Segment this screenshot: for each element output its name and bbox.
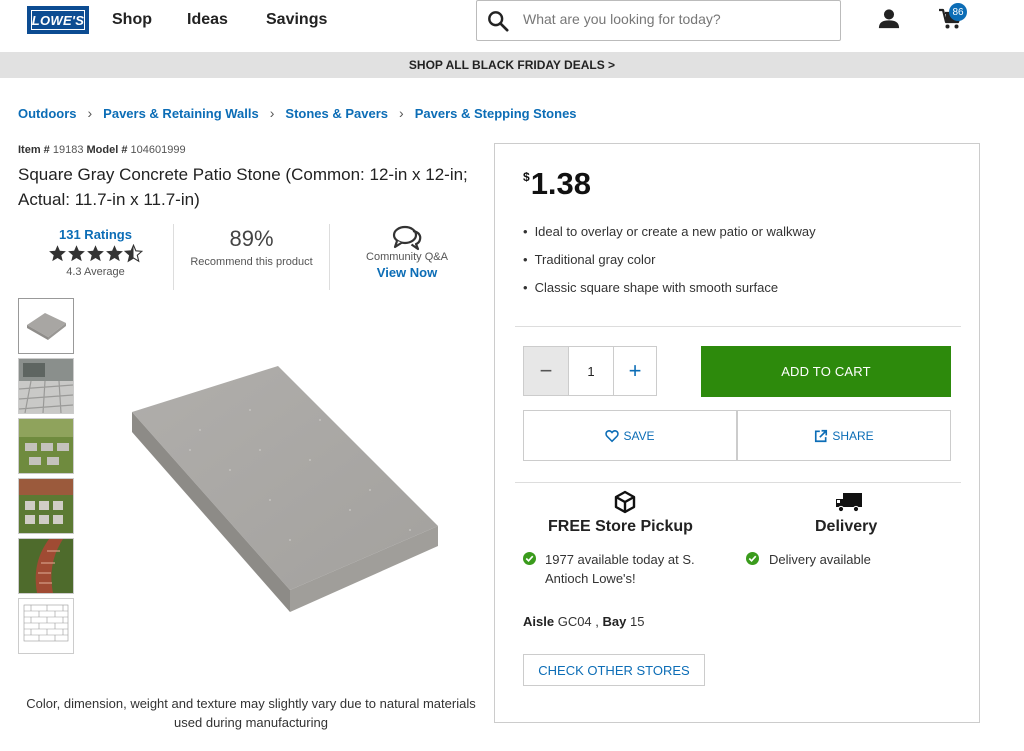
site-header: LOWE'S Shop Ideas Savings 86 bbox=[0, 0, 1024, 48]
cart-count-badge: 86 bbox=[949, 3, 967, 21]
product-title: Square Gray Concrete Patio Stone (Common… bbox=[18, 165, 468, 209]
thumbnail-backyard[interactable] bbox=[18, 478, 74, 534]
item-model-numbers: Item # 19183 Model # 104601999 bbox=[18, 144, 186, 156]
decrease-quantity-button[interactable]: − bbox=[524, 347, 568, 395]
item-number: 19183 bbox=[52, 144, 84, 156]
account-icon[interactable] bbox=[878, 8, 900, 30]
aisle-bay-location: Aisle GC04 , Bay 15 bbox=[523, 614, 645, 629]
recommend-block: 89% Recommend this product bbox=[184, 222, 319, 290]
chat-bubbles-icon bbox=[392, 225, 422, 251]
search-icon[interactable] bbox=[487, 10, 509, 32]
save-button[interactable]: SAVE bbox=[523, 410, 737, 461]
community-qa-label: Community Q&A bbox=[366, 251, 448, 263]
recommend-percent: 89% bbox=[229, 226, 274, 251]
rating-average: 4.3 Average bbox=[66, 266, 125, 278]
star-icon bbox=[68, 245, 85, 262]
model-number: 104601999 bbox=[130, 144, 186, 156]
nav-shop[interactable]: Shop bbox=[112, 11, 152, 29]
star-icon bbox=[87, 245, 104, 262]
heart-icon bbox=[605, 429, 620, 442]
feature-bullets: Ideal to overlay or create a new patio o… bbox=[523, 224, 816, 308]
lowes-logo[interactable]: LOWE'S bbox=[27, 6, 89, 34]
save-label: SAVE bbox=[623, 428, 655, 443]
aisle-label: Aisle bbox=[523, 614, 555, 629]
thumbnail-patio-scene[interactable] bbox=[18, 358, 74, 414]
price-value: 1.38 bbox=[530, 166, 592, 201]
chevron-right-icon: › bbox=[87, 105, 93, 121]
diagram-thumbnail-image bbox=[19, 599, 73, 653]
bay-value: 15 bbox=[630, 614, 645, 629]
view-now-link[interactable]: View Now bbox=[333, 265, 481, 280]
check-circle-icon bbox=[523, 552, 536, 565]
search-box[interactable] bbox=[476, 0, 841, 41]
add-to-cart-button[interactable]: ADD TO CART bbox=[701, 346, 951, 397]
bay-label: Bay bbox=[602, 614, 627, 629]
price: $1.38 bbox=[523, 166, 591, 202]
increase-quantity-button[interactable]: + bbox=[614, 347, 656, 395]
thumbnail-paver[interactable] bbox=[18, 298, 74, 354]
item-label: Item # bbox=[18, 144, 50, 156]
divider bbox=[515, 482, 961, 483]
black-friday-promo-link[interactable]: SHOP ALL BLACK FRIDAY DEALS > bbox=[0, 52, 1024, 78]
walkway-thumbnail-image bbox=[19, 539, 73, 593]
share-button[interactable]: SHARE bbox=[737, 410, 951, 461]
currency-symbol: $ bbox=[523, 170, 530, 184]
breadcrumb-pavers-retaining-walls[interactable]: Pavers & Retaining Walls bbox=[103, 106, 259, 121]
backyard-thumbnail-image bbox=[19, 479, 73, 533]
ratings-summary: 131 Ratings 4.3 Average 89% Recommend th… bbox=[18, 222, 488, 290]
share-icon bbox=[815, 429, 828, 442]
star-half-icon bbox=[124, 244, 143, 263]
search-input[interactable] bbox=[523, 11, 823, 27]
ratings-count-link[interactable]: 131 Ratings bbox=[18, 227, 173, 242]
star-icon bbox=[106, 245, 123, 262]
delivery-title: Delivery bbox=[815, 518, 878, 535]
share-label: SHARE bbox=[832, 428, 874, 443]
pickup-availability: 1977 available today at S. Antioch Lowe'… bbox=[545, 552, 695, 586]
nav-ideas[interactable]: Ideas bbox=[187, 11, 228, 29]
garden-thumbnail-image bbox=[19, 419, 73, 473]
aisle-value: GC04 bbox=[557, 614, 592, 629]
feature-bullet: Ideal to overlay or create a new patio o… bbox=[523, 224, 816, 252]
thumbnail-garden-path[interactable] bbox=[18, 418, 74, 474]
divider bbox=[173, 224, 174, 290]
thumbnail-list bbox=[18, 298, 75, 658]
quantity-stepper: − 1 + bbox=[523, 346, 657, 396]
product-disclaimer: Color, dimension, weight and texture may… bbox=[26, 696, 476, 730]
star-rating[interactable] bbox=[18, 244, 173, 263]
breadcrumb-stones-pavers[interactable]: Stones & Pavers bbox=[285, 106, 388, 121]
nav-savings[interactable]: Savings bbox=[266, 11, 327, 29]
logo-text: LOWE'S bbox=[31, 10, 85, 30]
divider bbox=[329, 224, 330, 290]
recommend-label: Recommend this product bbox=[190, 256, 313, 268]
thumbnail-brick-walkway[interactable] bbox=[18, 538, 74, 594]
feature-bullet: Traditional gray color bbox=[523, 252, 816, 280]
chevron-right-icon: › bbox=[269, 105, 275, 121]
model-label: Model # bbox=[86, 144, 128, 156]
product-main-image[interactable] bbox=[110, 340, 470, 640]
store-pickup-box-icon bbox=[614, 490, 636, 514]
delivery-availability: Delivery available bbox=[769, 552, 871, 567]
ratings-block: 131 Ratings 4.3 Average bbox=[18, 222, 173, 290]
chevron-right-icon: › bbox=[399, 105, 404, 121]
thumbnail-layout-diagram[interactable] bbox=[18, 598, 74, 654]
star-icon bbox=[49, 245, 66, 262]
check-other-stores-button[interactable]: CHECK OTHER STORES bbox=[523, 654, 705, 686]
check-circle-icon bbox=[746, 552, 759, 565]
purchase-panel: $1.38 Ideal to overlay or create a new p… bbox=[494, 143, 980, 723]
feature-bullet: Classic square shape with smooth surface bbox=[523, 280, 816, 308]
breadcrumb-pavers-stepping-stones[interactable]: Pavers & Stepping Stones bbox=[415, 106, 577, 121]
delivery-truck-icon bbox=[836, 493, 862, 513]
store-pickup-title: FREE Store Pickup bbox=[548, 518, 693, 535]
divider bbox=[515, 326, 961, 327]
breadcrumb: Outdoors › Pavers & Retaining Walls › St… bbox=[18, 105, 577, 121]
quantity-input[interactable]: 1 bbox=[568, 347, 614, 395]
breadcrumb-outdoors[interactable]: Outdoors bbox=[18, 106, 77, 121]
patio-thumbnail-image bbox=[19, 359, 73, 413]
community-qa-block: Community Q&A View Now bbox=[333, 222, 481, 290]
paver-thumbnail-image bbox=[27, 313, 66, 340]
